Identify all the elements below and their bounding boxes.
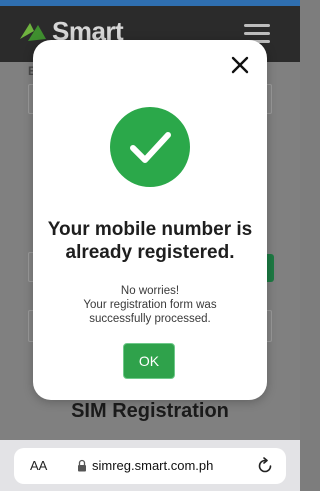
dialog-message: No worries! Your registration form was s…: [33, 284, 267, 326]
reload-icon[interactable]: [256, 457, 274, 475]
header-accent-strip: [0, 0, 300, 6]
dialog-message-line: successfully processed.: [89, 313, 211, 325]
browser-toolbar: AA simreg.smart.com.ph: [0, 440, 300, 491]
dialog-title-line: Your mobile number is: [47, 219, 253, 240]
ok-button[interactable]: OK: [123, 343, 175, 379]
check-circle-icon: [110, 107, 190, 187]
dialog-title-line: already registered.: [65, 242, 235, 263]
registration-status-dialog: Your mobile number is already registered…: [33, 40, 267, 400]
close-icon[interactable]: [229, 54, 251, 76]
dialog-message-line: Your registration form was: [83, 299, 217, 311]
dialog-title: Your mobile number is already registered…: [33, 218, 267, 264]
text-size-button[interactable]: AA: [30, 458, 47, 473]
address-bar[interactable]: AA simreg.smart.com.ph: [14, 448, 286, 484]
url-text: simreg.smart.com.ph: [92, 458, 214, 473]
dialog-message-line: No worries!: [120, 285, 180, 297]
url-display[interactable]: simreg.smart.com.ph: [77, 458, 213, 473]
page-title: SIM Registration: [71, 400, 229, 422]
lock-icon: [78, 459, 86, 472]
